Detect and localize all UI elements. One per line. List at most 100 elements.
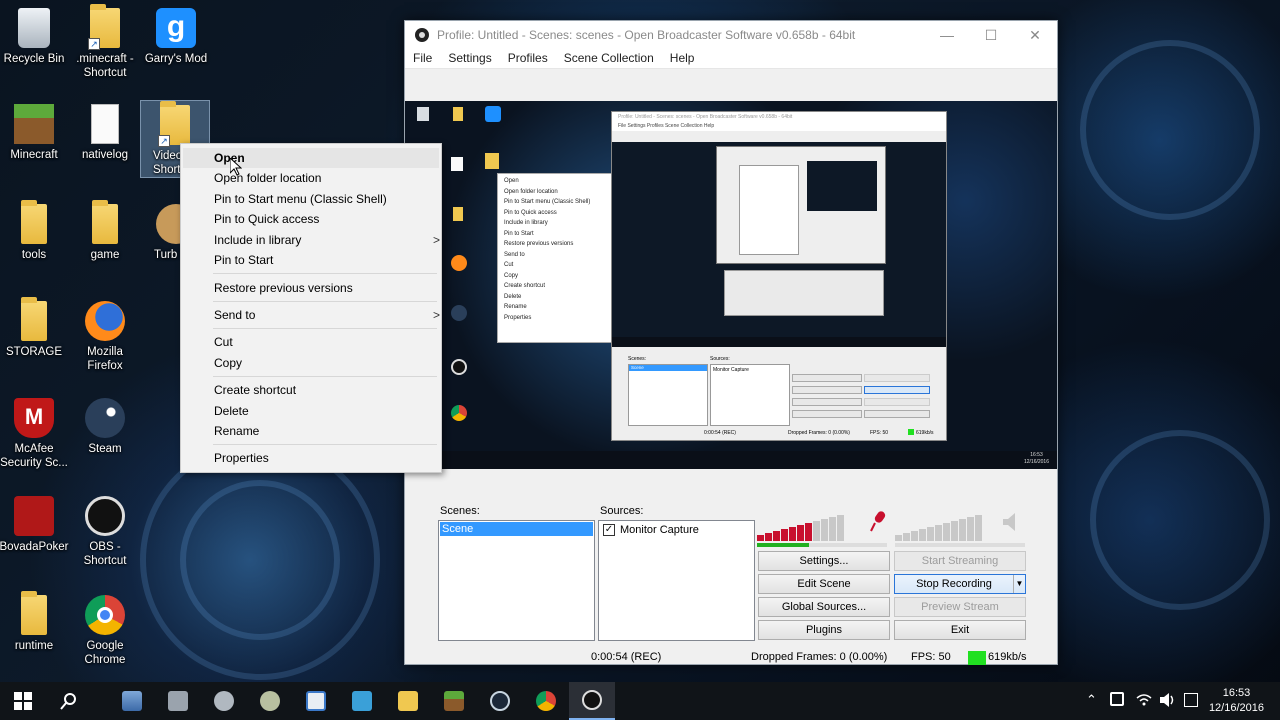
desktop-icon-nativelog[interactable]: nativelog [68, 104, 142, 162]
chevron-down-icon[interactable]: ▼ [1013, 575, 1025, 593]
preview-stream-button[interactable]: Preview Stream [894, 597, 1026, 617]
menu-item-cut[interactable]: Cut [214, 332, 233, 352]
mini-btn [864, 398, 930, 406]
sources-list[interactable]: ✓ Monitor Capture [598, 520, 755, 641]
exit-button[interactable]: Exit [894, 620, 1026, 640]
stop-recording-label: Stop Recording [916, 578, 992, 590]
close-icon[interactable]: ✕ [1013, 21, 1057, 49]
app-icon-3[interactable] [201, 682, 247, 720]
global-sources-button[interactable]: Global Sources... [758, 597, 890, 617]
app-icon-2[interactable] [155, 682, 201, 720]
menu-item-pin-to-start-classic-shell[interactable]: Pin to Start menu (Classic Shell) [214, 189, 387, 209]
tray-volume-icon[interactable] [1160, 693, 1176, 710]
app-icon-4[interactable] [247, 682, 293, 720]
desktop-icon-label: BovadaPoker [0, 541, 69, 553]
menu-item-include-in-library[interactable]: Include in library > [214, 230, 440, 250]
desktop-icon-bovadapoker[interactable]: BovadaPoker [0, 496, 71, 554]
tray-app-icon[interactable] [1110, 692, 1124, 706]
menu-item-rename[interactable]: Rename [214, 421, 259, 441]
source-item[interactable]: ✓ Monitor Capture [599, 521, 754, 539]
menu-item-pin-to-quick-access[interactable]: Pin to Quick access [214, 209, 319, 229]
desktop-icon-minecraft-shortcut[interactable]: ↗ .minecraft - Shortcut [68, 4, 142, 80]
mini-menu-item: Pin to Quick access [504, 209, 557, 216]
mini-menu-item: Delete [504, 293, 522, 300]
mini-nested-window [716, 146, 886, 264]
menu-item-pin-to-start[interactable]: Pin to Start [214, 250, 273, 270]
plugins-button[interactable]: Plugins [758, 620, 890, 640]
mic-volume-slider[interactable] [895, 543, 1025, 547]
search-icon[interactable] [46, 682, 92, 720]
start-streaming-button[interactable]: Start Streaming [894, 551, 1026, 571]
obs-titlebar[interactable]: Profile: Untitled - Scenes: scenes - Ope… [405, 21, 1057, 49]
desktop-volume-slider[interactable] [757, 543, 887, 547]
mini-sources-label: Sources: [710, 356, 730, 362]
speaker-icon[interactable] [1003, 513, 1017, 531]
app-icon-1[interactable] [109, 682, 155, 720]
menu-separator [213, 328, 437, 329]
mini-source-item: Monitor Capture [713, 367, 749, 373]
desktop-icon-label: runtime [14, 640, 54, 652]
mini-menu-item: Include in library [504, 220, 548, 226]
steam-icon[interactable] [477, 682, 523, 720]
menu-item-restore-previous-versions[interactable]: Restore previous versions [214, 278, 353, 298]
scenes-list[interactable]: Scene [438, 520, 595, 641]
app-icon-6[interactable] [339, 682, 385, 720]
obs-icon[interactable] [569, 682, 615, 720]
desktop-icon-runtime[interactable]: runtime [0, 591, 71, 653]
obs-preview: Open Open folder location Pin to Start m… [405, 101, 1057, 469]
desktop-icon-storage[interactable]: STORAGE [0, 297, 71, 359]
edit-scene-button[interactable]: Edit Scene [758, 574, 890, 594]
microphone-icon[interactable] [869, 511, 887, 533]
desktop-icon-steam[interactable]: Steam [68, 398, 142, 456]
desktop-icon-minecraft[interactable]: Minecraft [0, 104, 71, 162]
menu-profiles[interactable]: Profiles [508, 49, 556, 68]
desktop-icon-obs-shortcut[interactable]: OBS - Shortcut [68, 496, 142, 568]
desktop-icon-tools[interactable]: tools [0, 200, 71, 262]
menu-help[interactable]: Help [670, 49, 703, 68]
desktop-icon-label: Recycle Bin [3, 53, 65, 65]
source-visibility-checkbox[interactable]: ✓ [603, 524, 615, 536]
desktop-icon-mcafee[interactable]: M McAfee Security Sc... [0, 398, 71, 470]
desktop-icon-recycle-bin[interactable]: Recycle Bin [0, 8, 71, 66]
menu-item-delete[interactable]: Delete [214, 401, 249, 421]
maximize-icon[interactable]: ☐ [969, 21, 1013, 49]
mini-status-dropped: Dropped Frames: 0 (0.00%) [788, 430, 850, 436]
taskbar-clock[interactable]: 16:53 12/16/2016 [1209, 686, 1264, 716]
tray-network-icon[interactable] [1136, 694, 1152, 709]
chrome-icon[interactable] [523, 682, 569, 720]
settings-button[interactable]: Settings... [758, 551, 890, 571]
mini-menu-item: Properties [504, 314, 532, 321]
file-explorer-icon[interactable] [385, 682, 431, 720]
menu-item-create-shortcut[interactable]: Create shortcut [214, 380, 296, 400]
tray-action-center-icon[interactable] [1184, 693, 1198, 707]
windows-start-icon[interactable] [0, 682, 46, 720]
desktop-icon-label: Garry's Mod [144, 53, 208, 65]
desktop-icon-label: tools [21, 249, 47, 261]
menu-item-send-to[interactable]: Send to > [214, 305, 440, 325]
desktop-icon-firefox[interactable]: Mozilla Firefox [68, 301, 142, 373]
minecraft-icon[interactable] [431, 682, 477, 720]
menu-item-properties[interactable]: Properties [214, 448, 269, 468]
menu-item-copy[interactable]: Copy [214, 353, 242, 373]
scene-item[interactable]: Scene [440, 522, 593, 536]
mini-recycle-bin-icon [417, 107, 429, 121]
system-tray: ⌃ 16:53 12/16/2016 [1080, 682, 1280, 720]
obs-icon [85, 496, 125, 536]
mini-sources-list: Monitor Capture [710, 364, 790, 426]
bovada-icon [14, 496, 54, 536]
stop-recording-button[interactable]: Stop Recording ▼ [894, 574, 1026, 594]
obs-window[interactable]: Profile: Untitled - Scenes: scenes - Ope… [404, 20, 1058, 665]
menu-settings[interactable]: Settings [448, 49, 499, 68]
obs-controls: Scenes: Sources: Scene ✓ Monitor Capture… [405, 469, 1057, 664]
desktop-icon-garrys-mod[interactable]: g Garry's Mod [139, 8, 213, 66]
menu-file[interactable]: File [413, 49, 440, 68]
menu-scene-collection[interactable]: Scene Collection [564, 49, 662, 68]
clock-date: 12/16/2016 [1208, 702, 1264, 714]
tray-chevron-up-icon[interactable]: ⌃ [1086, 692, 1097, 708]
obs-window-title: Profile: Untitled - Scenes: scenes - Ope… [437, 28, 856, 42]
app-icon-5[interactable] [293, 682, 339, 720]
desktop-icon-game[interactable]: game [68, 200, 142, 262]
desktop-icon-google-chrome[interactable]: Google Chrome [68, 595, 142, 667]
minimize-icon[interactable]: — [925, 21, 969, 49]
menu-separator [213, 273, 437, 274]
